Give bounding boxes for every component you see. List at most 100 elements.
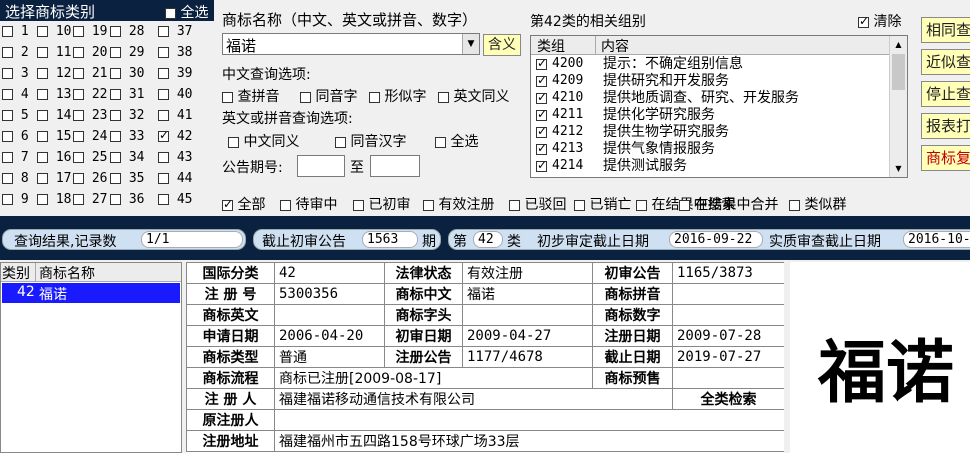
category-12[interactable]: 12 [37,65,71,81]
category-10[interactable]: 10 [37,23,71,39]
pub-period-to-input[interactable] [370,155,420,177]
category-33[interactable]: 33 [110,128,144,144]
category-checkbox[interactable] [37,172,48,184]
category-checkbox[interactable] [37,25,48,37]
category-checkbox[interactable] [2,151,13,163]
category-21[interactable]: 21 [73,65,107,81]
category-checkbox[interactable] [110,88,121,100]
category-checkbox[interactable] [2,172,13,184]
category-34[interactable]: 34 [110,149,144,165]
category-5[interactable]: 5 [2,107,29,123]
category-36[interactable]: 36 [110,191,144,207]
category-checkbox[interactable] [110,25,121,37]
category-28[interactable]: 28 [110,23,144,39]
trademark-name-combobox[interactable]: 福诺 ▼ [222,33,480,55]
category-19[interactable]: 19 [73,23,107,39]
category-25[interactable]: 25 [73,149,107,165]
status-filter-1[interactable]: 待审中 [280,194,337,214]
result-col-class[interactable]: 类别 [2,263,30,283]
category-checkbox[interactable] [37,193,48,205]
category-checkbox[interactable] [158,25,169,37]
stop-search-button[interactable]: 停止查 [921,81,970,107]
category-checkbox[interactable] [110,193,121,205]
category-6[interactable]: 6 [2,128,29,144]
category-checkbox[interactable] [73,67,84,79]
status-filter-checkbox[interactable] [353,199,364,211]
groups-clear-checkbox[interactable] [858,14,869,28]
category-43[interactable]: 43 [158,149,192,165]
category-checkbox[interactable] [37,151,48,163]
en-option-cn-synonym[interactable]: 中文同义 [228,131,299,151]
category-checkbox[interactable] [2,25,13,37]
category-41[interactable]: 41 [158,107,192,123]
category-checkbox[interactable] [37,109,48,121]
category-1[interactable]: 1 [2,23,29,39]
status-filter-7[interactable]: 在结果中合并 [679,194,778,214]
category-checkbox[interactable] [110,172,121,184]
status-filter-checkbox[interactable] [222,197,233,211]
group-row[interactable]: 4211 提供化学研究服务 [531,107,889,124]
group-row[interactable]: 4213 提供气象情报服务 [531,141,889,158]
category-checkbox[interactable] [2,46,13,58]
group-checkbox[interactable] [536,158,547,172]
cn-option-pinyin-checkbox[interactable] [222,91,233,103]
category-checkbox[interactable] [110,67,121,79]
category-checkbox[interactable] [73,109,84,121]
cn-option-english-synonym[interactable]: 英文同义 [438,86,509,106]
category-checkbox[interactable] [37,88,48,100]
scroll-up-arrow-icon[interactable]: ▲ [890,36,907,53]
category-4[interactable]: 4 [2,86,29,102]
category-22[interactable]: 22 [73,86,107,102]
category-checkbox[interactable] [73,130,84,142]
cn-option-similar-shape-checkbox[interactable] [369,91,380,103]
category-7[interactable]: 7 [2,149,29,165]
category-3[interactable]: 3 [2,65,29,81]
category-11[interactable]: 11 [37,44,71,60]
status-filter-checkbox[interactable] [636,199,647,211]
category-checkbox[interactable] [73,172,84,184]
cn-option-pinyin[interactable]: 查拼音 [222,86,279,106]
category-checkbox[interactable] [73,88,84,100]
groups-col-content[interactable]: 内容 [601,36,629,56]
category-checkbox[interactable] [110,46,121,58]
cn-option-homophone[interactable]: 同音字 [300,86,357,106]
category-42[interactable]: 42 [158,128,192,144]
en-option-homophone-hanzi-checkbox[interactable] [335,136,346,148]
category-30[interactable]: 30 [110,65,144,81]
status-filter-checkbox[interactable] [509,199,520,211]
category-checkbox[interactable] [158,151,169,163]
category-checkbox[interactable] [73,25,84,37]
category-45[interactable]: 45 [158,191,192,207]
trademark-review-button[interactable]: 商标复 [921,145,970,171]
print-report-button[interactable]: 报表打 [921,113,970,139]
same-search-button[interactable]: 相同查 [921,17,970,43]
category-32[interactable]: 32 [110,107,144,123]
cn-option-english-synonym-checkbox[interactable] [438,91,449,103]
category-checkbox[interactable] [2,109,13,121]
category-16[interactable]: 16 [37,149,71,165]
category-35[interactable]: 35 [110,170,144,186]
group-checkbox[interactable] [536,56,547,70]
category-27[interactable]: 27 [73,191,107,207]
cn-option-similar-shape[interactable]: 形似字 [369,86,426,106]
status-filter-checkbox[interactable] [574,199,585,211]
category-checkbox[interactable] [73,193,84,205]
category-44[interactable]: 44 [158,170,192,186]
category-checkbox[interactable] [158,88,169,100]
status-filter-3[interactable]: 有效注册 [423,194,494,214]
category-checkbox[interactable] [2,130,13,142]
category-31[interactable]: 31 [110,86,144,102]
group-row[interactable]: 4210 提供地质调查、研究、开发服务 [531,90,889,107]
group-row[interactable]: 4200 提示：不确定组别信息 [531,56,889,73]
category-8[interactable]: 8 [2,170,29,186]
en-option-select-all-checkbox[interactable] [435,136,446,148]
category-40[interactable]: 40 [158,86,192,102]
cn-option-homophone-checkbox[interactable] [300,91,311,103]
category-checkbox[interactable] [158,109,169,121]
status-filter-checkbox[interactable] [789,199,800,211]
contains-button[interactable]: 含义 [483,34,521,56]
status-filter-checkbox[interactable] [280,199,291,211]
category-9[interactable]: 9 [2,191,29,207]
category-14[interactable]: 14 [37,107,71,123]
result-row[interactable]: 42 福诺 [2,283,180,303]
